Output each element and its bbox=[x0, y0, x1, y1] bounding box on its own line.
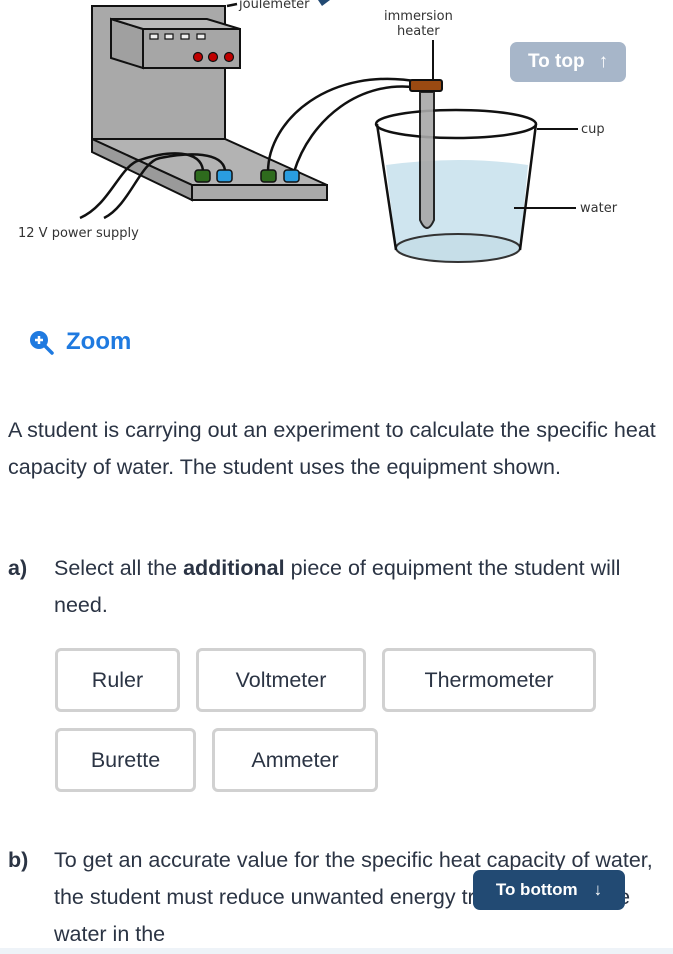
bottom-bar bbox=[0, 948, 673, 954]
label-immersion: immersion bbox=[384, 9, 453, 24]
zoom-label: Zoom bbox=[66, 328, 132, 355]
label-heater: heater bbox=[397, 24, 440, 39]
question-a-label: a) bbox=[8, 556, 28, 580]
to-bottom-label: To bottom bbox=[495, 880, 578, 899]
label-power-supply: 12 V power supply bbox=[18, 226, 139, 241]
option-voltmeter[interactable]: Voltmeter bbox=[196, 648, 366, 712]
question-b-label: b) bbox=[8, 848, 29, 872]
to-top-label: To top bbox=[527, 51, 585, 72]
indicator-lights bbox=[192, 51, 235, 63]
question-a: a) Select all the additional piece of eq… bbox=[8, 550, 658, 624]
arrow-down-icon: ↓ bbox=[593, 880, 603, 899]
label-water: water bbox=[580, 201, 618, 216]
intro-text: A student is carrying out an experiment … bbox=[8, 418, 656, 479]
to-top-button[interactable]: To top ↑ bbox=[510, 42, 626, 82]
option-ammeter[interactable]: Ammeter bbox=[212, 728, 378, 792]
question-a-emphasis: additional bbox=[183, 556, 285, 580]
question-a-text-start: Select all the bbox=[54, 556, 184, 580]
zoom-button[interactable]: Zoom bbox=[28, 328, 131, 356]
question-a-text: Select all the additional piece of equip… bbox=[54, 550, 658, 624]
to-bottom-button[interactable]: To bottom ↓ bbox=[473, 870, 625, 910]
zoom-in-icon bbox=[30, 331, 54, 355]
arrow-up-icon: ↑ bbox=[598, 51, 609, 72]
option-ruler[interactable]: Ruler bbox=[55, 648, 180, 712]
label-joulemeter: joulemeter bbox=[239, 0, 310, 12]
label-cup: cup bbox=[581, 122, 605, 137]
immersion-heater bbox=[419, 91, 435, 229]
answer-options: Ruler Voltmeter Thermometer Burette Amme… bbox=[55, 648, 615, 808]
option-thermometer[interactable]: Thermometer bbox=[382, 648, 596, 712]
option-burette[interactable]: Burette bbox=[55, 728, 196, 792]
